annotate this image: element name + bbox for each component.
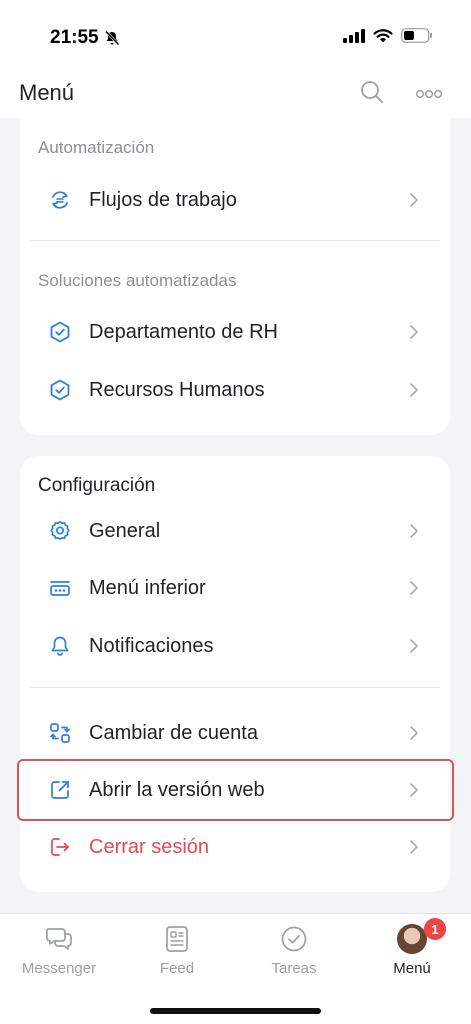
page-title: Menú	[19, 80, 75, 105]
wifi-icon	[373, 28, 393, 42]
bell-icon	[48, 634, 72, 658]
check-circle-icon	[281, 926, 307, 952]
avatar	[397, 924, 427, 954]
gear-icon	[48, 519, 72, 543]
more-icon[interactable]	[416, 89, 442, 99]
tab-label: Menú	[393, 960, 431, 977]
menu-item-logout[interactable]: Cerrar sesión	[20, 822, 450, 872]
divider	[30, 687, 440, 688]
menu-item-workflows[interactable]: Flujos de trabajo	[20, 175, 450, 225]
status-time: 21:55	[50, 27, 120, 49]
menu-item-label: Notificaciones	[89, 634, 214, 657]
tab-tareas[interactable]: Tareas	[239, 924, 349, 984]
status-bar: 21:55	[0, 0, 471, 70]
chevron-right-icon	[410, 783, 418, 797]
menu-item-label: Recursos Humanos	[89, 378, 265, 401]
menu-item-label: Cerrar sesión	[89, 835, 210, 858]
chevron-right-icon	[410, 524, 418, 538]
menu-item-open-web-version[interactable]: Abrir la versión web	[20, 765, 450, 815]
chevron-right-icon	[410, 325, 418, 339]
menu-item-notifications[interactable]: Notificaciones	[20, 621, 450, 671]
menu-item-label: Cambiar de cuenta	[89, 721, 258, 744]
app-header: Menú	[0, 70, 471, 118]
workflow-icon	[48, 188, 72, 212]
settings-card: Configuración General Menú inferior Noti…	[20, 456, 450, 892]
menu-item-switch-account[interactable]: Cambiar de cuenta	[20, 708, 450, 758]
menu-item-bottom-menu[interactable]: Menú inferior	[20, 563, 450, 613]
divider	[30, 240, 440, 241]
automation-card: Automatización Flujos de trabajo Solucio…	[20, 118, 450, 435]
bell-slash-icon	[104, 30, 120, 46]
hexagon-check-icon	[48, 320, 72, 344]
notification-badge: 1	[424, 918, 446, 940]
signal-icon	[343, 28, 365, 43]
tab-label: Tareas	[271, 960, 317, 977]
menu-item-label: Flujos de trabajo	[89, 188, 237, 211]
settings-section-title: Configuración	[38, 475, 156, 496]
search-icon[interactable]	[360, 80, 384, 104]
bottom-menu-icon	[48, 576, 72, 600]
hexagon-check-icon	[48, 378, 72, 402]
automation-section-label: Automatización	[38, 138, 155, 157]
menu-item-departamento-rh[interactable]: Departamento de RH	[20, 307, 450, 357]
chat-icon	[45, 928, 72, 950]
chevron-right-icon	[410, 726, 418, 740]
menu-item-label: Abrir la versión web	[89, 778, 265, 801]
feed-icon	[166, 926, 188, 952]
menu-item-recursos-humanos[interactable]: Recursos Humanos	[20, 365, 450, 415]
chevron-right-icon	[410, 383, 418, 397]
menu-item-label: Departamento de RH	[89, 320, 278, 343]
tab-label: Feed	[159, 960, 195, 977]
tab-label: Messenger	[21, 960, 97, 977]
menu-item-label: General	[89, 519, 161, 542]
time-text: 21:55	[50, 27, 99, 48]
home-indicator	[150, 1008, 321, 1014]
chevron-right-icon	[410, 840, 418, 854]
menu-item-label: Menú inferior	[89, 576, 206, 599]
tab-messenger[interactable]: Messenger	[4, 924, 114, 984]
external-link-icon	[48, 778, 72, 802]
chevron-right-icon	[410, 193, 418, 207]
tab-menu[interactable]: Menú	[357, 924, 467, 984]
tab-feed[interactable]: Feed	[122, 924, 232, 984]
switch-account-icon	[48, 721, 72, 745]
battery-icon	[401, 28, 432, 43]
logout-icon	[48, 835, 72, 859]
menu-item-general[interactable]: General	[20, 506, 450, 556]
chevron-right-icon	[410, 639, 418, 653]
chevron-right-icon	[410, 581, 418, 595]
automated-solutions-section-label: Soluciones automatizadas	[38, 271, 237, 290]
